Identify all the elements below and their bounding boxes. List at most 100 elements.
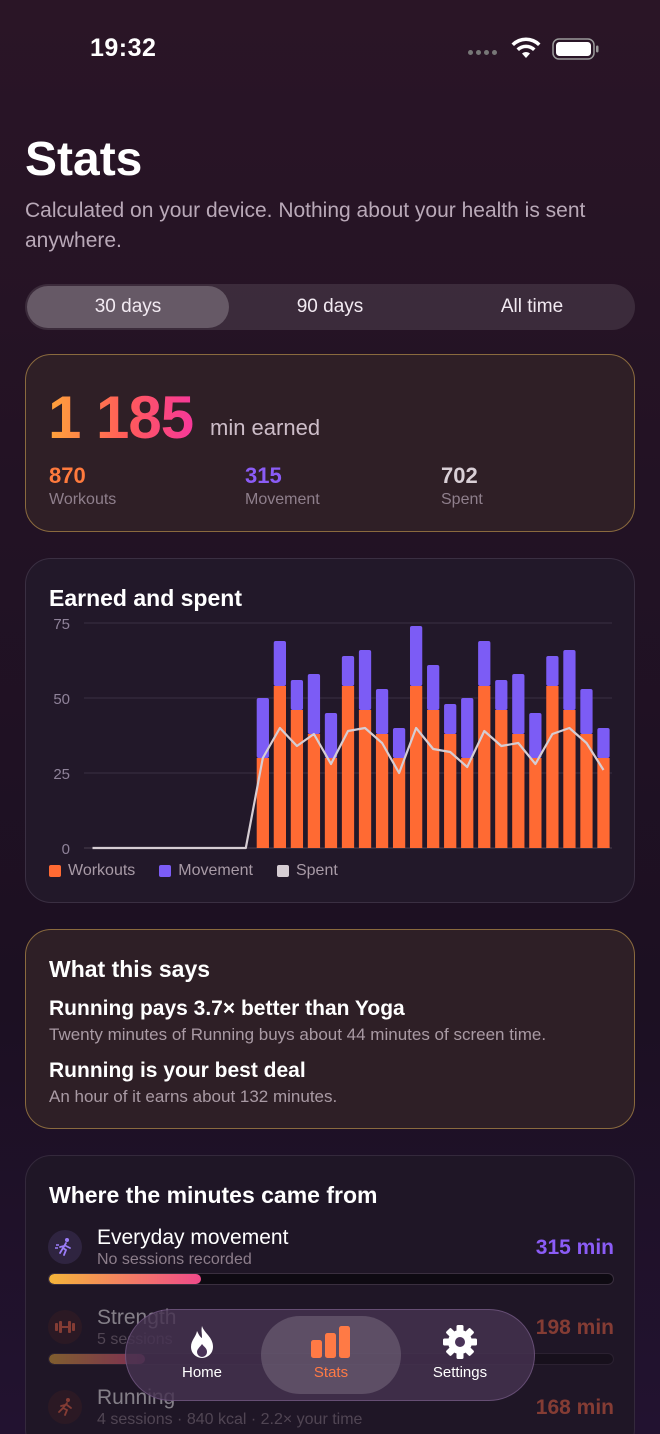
bar-chart-icon	[311, 1326, 350, 1358]
bar-movement	[512, 674, 525, 734]
bar-workouts	[324, 758, 338, 848]
legend-swatch	[276, 865, 289, 877]
source-value: 168 min	[535, 1396, 614, 1419]
insight-detail: Twenty minutes of Running buys about 44 …	[49, 1025, 547, 1044]
source-name: Everyday movement	[97, 1226, 289, 1249]
source-progress-fill	[49, 1274, 202, 1284]
page-subtitle: Calculated on your device. Nothing about…	[25, 199, 586, 252]
bar-workouts	[512, 734, 525, 848]
range-segmented-control: 30 days 90 days All time	[25, 284, 635, 330]
bar-workouts	[409, 686, 423, 848]
page-title: Stats	[25, 133, 143, 186]
insights-card: What this says Running pays 3.7× better …	[25, 929, 635, 1129]
bar-workouts	[307, 734, 321, 848]
tab-30-days[interactable]: 30 days	[27, 286, 229, 328]
bar-movement	[461, 698, 474, 758]
gear-icon	[443, 1325, 477, 1359]
bar-workouts	[273, 686, 287, 848]
stat-label: Spent	[441, 491, 483, 508]
bar-workouts	[290, 710, 304, 848]
legend-swatch	[159, 865, 172, 877]
bar-movement	[375, 689, 389, 734]
bar-workouts	[427, 710, 440, 848]
legend-item-spent: Spent	[276, 862, 338, 880]
bar-workouts	[256, 758, 269, 848]
tab-home[interactable]: Home	[132, 1316, 272, 1394]
cellular-signal-icon	[468, 50, 497, 55]
bar-movement	[563, 650, 576, 710]
bar-movement	[358, 650, 372, 710]
insight-item: Running pays 3.7× better than Yoga Twent…	[49, 997, 546, 1045]
battery-icon	[552, 38, 599, 60]
status-bar: 19:32	[0, 0, 660, 96]
bar-workouts	[461, 758, 474, 848]
stat-value: 702	[441, 463, 478, 488]
total-minutes: 1 185	[48, 384, 194, 451]
y-tick-label: 50	[53, 691, 70, 708]
tab-90-days[interactable]: 90 days	[229, 286, 431, 328]
tab-label: Stats	[313, 1364, 349, 1381]
legend-item-workouts: Workouts	[49, 862, 135, 880]
y-tick-label: 75	[53, 616, 70, 633]
stat-movement: 315 Movement	[245, 463, 320, 509]
tab-all-time[interactable]: All time	[431, 286, 633, 328]
stat-value: 315	[245, 463, 282, 488]
bar-workouts	[597, 758, 610, 848]
flame-icon	[191, 1326, 213, 1358]
source-value: 198 min	[535, 1316, 614, 1339]
bar-movement	[409, 626, 423, 686]
bar-workouts	[495, 710, 508, 848]
bar-movement	[273, 641, 287, 686]
bar-workouts	[341, 686, 355, 848]
wifi-icon	[511, 37, 541, 58]
bar-movement	[529, 713, 542, 758]
stat-label: Workouts	[49, 491, 117, 508]
y-tick-label: 0	[62, 841, 70, 858]
insight-detail: An hour of it earns about 132 minutes.	[49, 1087, 338, 1106]
y-tick-label: 25	[53, 766, 70, 783]
stat-value: 870	[49, 463, 86, 488]
earned-spent-chart: 75 50 25 0	[53, 616, 612, 858]
sources-title: Where the minutes came from	[49, 1182, 378, 1208]
dumbbell-icon	[48, 1310, 82, 1344]
source-detail: 4 sessions · 840 kcal · 2.2× your time	[97, 1411, 363, 1428]
summary-card: 1 185 min earned 870 Workouts 315 Moveme…	[25, 354, 635, 532]
insight-heading: Running pays 3.7× better than Yoga	[49, 997, 405, 1020]
legend-label: Movement	[178, 862, 253, 879]
tab-label: Settings	[432, 1364, 488, 1381]
source-progress-track	[48, 1273, 614, 1285]
tab-settings[interactable]: Settings	[390, 1316, 530, 1394]
legend-item-movement: Movement	[159, 862, 253, 880]
walking-icon	[48, 1230, 82, 1264]
bar-movement	[580, 689, 593, 734]
status-time: 19:32	[90, 34, 157, 62]
bar-workouts	[478, 686, 491, 848]
insight-heading: Running is your best deal	[49, 1059, 306, 1082]
insight-item: Running is your best deal An hour of it …	[49, 1059, 337, 1107]
bar-workouts	[529, 758, 542, 848]
bar-movement	[495, 680, 508, 710]
bar-movement	[444, 704, 457, 734]
bar-movement	[427, 665, 440, 710]
legend-label: Workouts	[68, 862, 136, 879]
bar-movement	[478, 641, 491, 686]
tab-label: Home	[181, 1364, 222, 1381]
legend-swatch	[49, 865, 61, 877]
legend-label: Spent	[295, 862, 338, 879]
bar-movement	[546, 656, 559, 686]
tab-bar: Home Stats Settings	[125, 1309, 535, 1401]
bar-movement	[324, 713, 338, 758]
bar-movement	[290, 680, 304, 710]
bar-movement	[597, 728, 610, 758]
total-unit: min earned	[210, 415, 321, 440]
insights-title: What this says	[49, 956, 211, 982]
bar-movement	[392, 728, 406, 758]
chart-legend: Workouts Movement Spent	[49, 862, 338, 880]
bar-movement	[341, 656, 355, 686]
running-icon	[48, 1390, 82, 1424]
tab-stats[interactable]: Stats	[261, 1316, 401, 1394]
stat-spent: 702 Spent	[441, 463, 483, 509]
bar-workouts	[546, 686, 559, 848]
stat-workouts: 870 Workouts	[49, 463, 116, 509]
stat-label: Movement	[245, 491, 320, 508]
